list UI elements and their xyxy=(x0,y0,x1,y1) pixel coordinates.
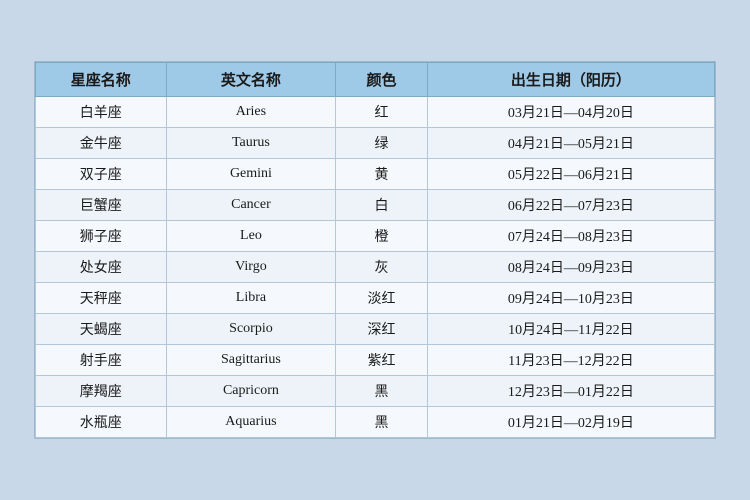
cell-color: 白 xyxy=(336,190,427,221)
cell-color: 深红 xyxy=(336,314,427,345)
cell-english: Libra xyxy=(166,283,336,314)
table-row: 金牛座Taurus绿04月21日—05月21日 xyxy=(36,128,715,159)
cell-english: Capricorn xyxy=(166,376,336,407)
cell-english: Virgo xyxy=(166,252,336,283)
cell-date: 05月22日—06月21日 xyxy=(427,159,714,190)
cell-date: 12月23日—01月22日 xyxy=(427,376,714,407)
cell-color: 绿 xyxy=(336,128,427,159)
cell-color: 黑 xyxy=(336,407,427,438)
cell-chinese: 射手座 xyxy=(36,345,167,376)
cell-english: Taurus xyxy=(166,128,336,159)
cell-date: 09月24日—10月23日 xyxy=(427,283,714,314)
cell-date: 03月21日—04月20日 xyxy=(427,97,714,128)
cell-color: 灰 xyxy=(336,252,427,283)
table-row: 射手座Sagittarius紫红11月23日—12月22日 xyxy=(36,345,715,376)
cell-chinese: 摩羯座 xyxy=(36,376,167,407)
table-row: 白羊座Aries红03月21日—04月20日 xyxy=(36,97,715,128)
header-english: 英文名称 xyxy=(166,63,336,97)
cell-chinese: 天秤座 xyxy=(36,283,167,314)
cell-date: 10月24日—11月22日 xyxy=(427,314,714,345)
cell-color: 紫红 xyxy=(336,345,427,376)
cell-color: 红 xyxy=(336,97,427,128)
cell-chinese: 处女座 xyxy=(36,252,167,283)
cell-english: Aquarius xyxy=(166,407,336,438)
cell-date: 08月24日—09月23日 xyxy=(427,252,714,283)
zodiac-table-wrapper: 星座名称 英文名称 颜色 出生日期（阳历） 白羊座Aries红03月21日—04… xyxy=(34,61,716,439)
cell-english: Aries xyxy=(166,97,336,128)
cell-color: 橙 xyxy=(336,221,427,252)
cell-english: Leo xyxy=(166,221,336,252)
cell-date: 07月24日—08月23日 xyxy=(427,221,714,252)
cell-chinese: 天蝎座 xyxy=(36,314,167,345)
header-chinese: 星座名称 xyxy=(36,63,167,97)
cell-chinese: 水瓶座 xyxy=(36,407,167,438)
table-row: 天秤座Libra淡红09月24日—10月23日 xyxy=(36,283,715,314)
cell-chinese: 双子座 xyxy=(36,159,167,190)
table-row: 巨蟹座Cancer白06月22日—07月23日 xyxy=(36,190,715,221)
header-color: 颜色 xyxy=(336,63,427,97)
table-row: 摩羯座Capricorn黑12月23日—01月22日 xyxy=(36,376,715,407)
cell-chinese: 金牛座 xyxy=(36,128,167,159)
cell-color: 黑 xyxy=(336,376,427,407)
table-row: 狮子座Leo橙07月24日—08月23日 xyxy=(36,221,715,252)
table-row: 天蝎座Scorpio深红10月24日—11月22日 xyxy=(36,314,715,345)
cell-chinese: 巨蟹座 xyxy=(36,190,167,221)
table-body: 白羊座Aries红03月21日—04月20日金牛座Taurus绿04月21日—0… xyxy=(36,97,715,438)
table-header-row: 星座名称 英文名称 颜色 出生日期（阳历） xyxy=(36,63,715,97)
zodiac-table: 星座名称 英文名称 颜色 出生日期（阳历） 白羊座Aries红03月21日—04… xyxy=(35,62,715,438)
table-row: 处女座Virgo灰08月24日—09月23日 xyxy=(36,252,715,283)
table-row: 双子座Gemini黄05月22日—06月21日 xyxy=(36,159,715,190)
table-row: 水瓶座Aquarius黑01月21日—02月19日 xyxy=(36,407,715,438)
cell-date: 06月22日—07月23日 xyxy=(427,190,714,221)
cell-date: 04月21日—05月21日 xyxy=(427,128,714,159)
cell-english: Cancer xyxy=(166,190,336,221)
cell-date: 11月23日—12月22日 xyxy=(427,345,714,376)
cell-chinese: 白羊座 xyxy=(36,97,167,128)
cell-color: 淡红 xyxy=(336,283,427,314)
cell-english: Gemini xyxy=(166,159,336,190)
header-date: 出生日期（阳历） xyxy=(427,63,714,97)
cell-chinese: 狮子座 xyxy=(36,221,167,252)
cell-color: 黄 xyxy=(336,159,427,190)
cell-english: Scorpio xyxy=(166,314,336,345)
cell-date: 01月21日—02月19日 xyxy=(427,407,714,438)
cell-english: Sagittarius xyxy=(166,345,336,376)
